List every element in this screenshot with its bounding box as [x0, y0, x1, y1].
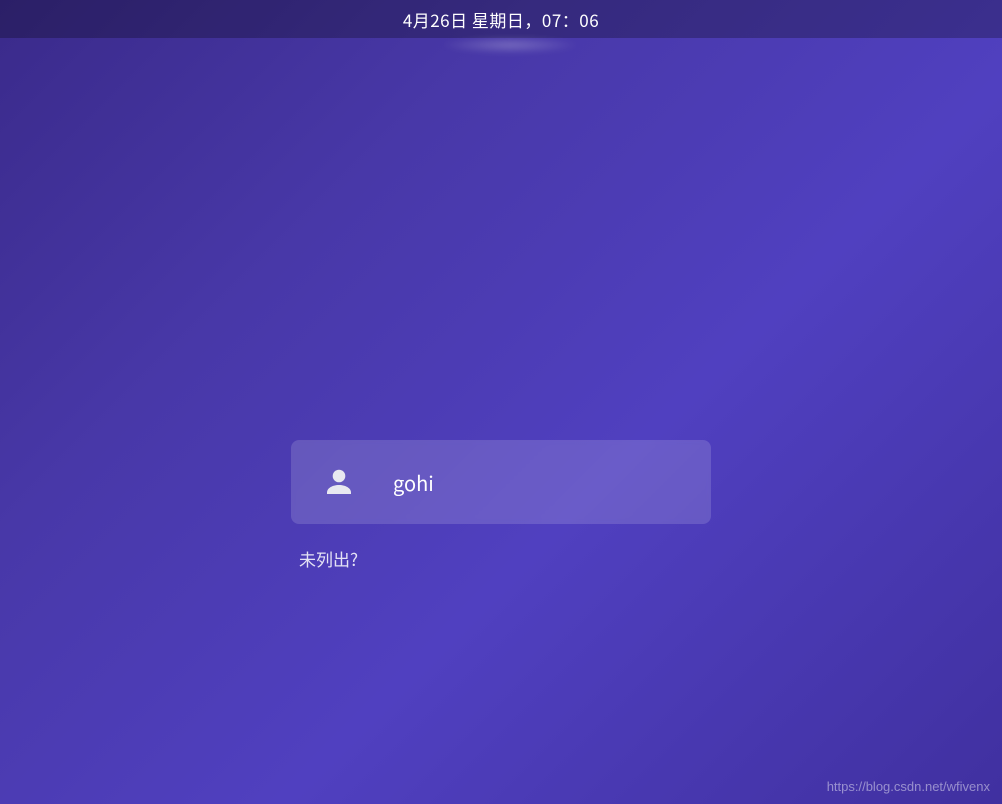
top-bar: 4月26日 星期日，07：06	[0, 0, 1002, 38]
username-label: gohi	[393, 468, 434, 497]
not-listed-link[interactable]: 未列出?	[299, 546, 358, 571]
watermark-text: https://blog.csdn.net/wfivenx	[827, 779, 990, 794]
user-tile[interactable]: gohi	[291, 440, 711, 524]
datetime-label: 4月26日 星期日，07：06	[403, 7, 599, 32]
login-container: gohi 未列出?	[291, 440, 711, 571]
user-icon	[319, 462, 359, 502]
screen-glare	[440, 36, 580, 54]
